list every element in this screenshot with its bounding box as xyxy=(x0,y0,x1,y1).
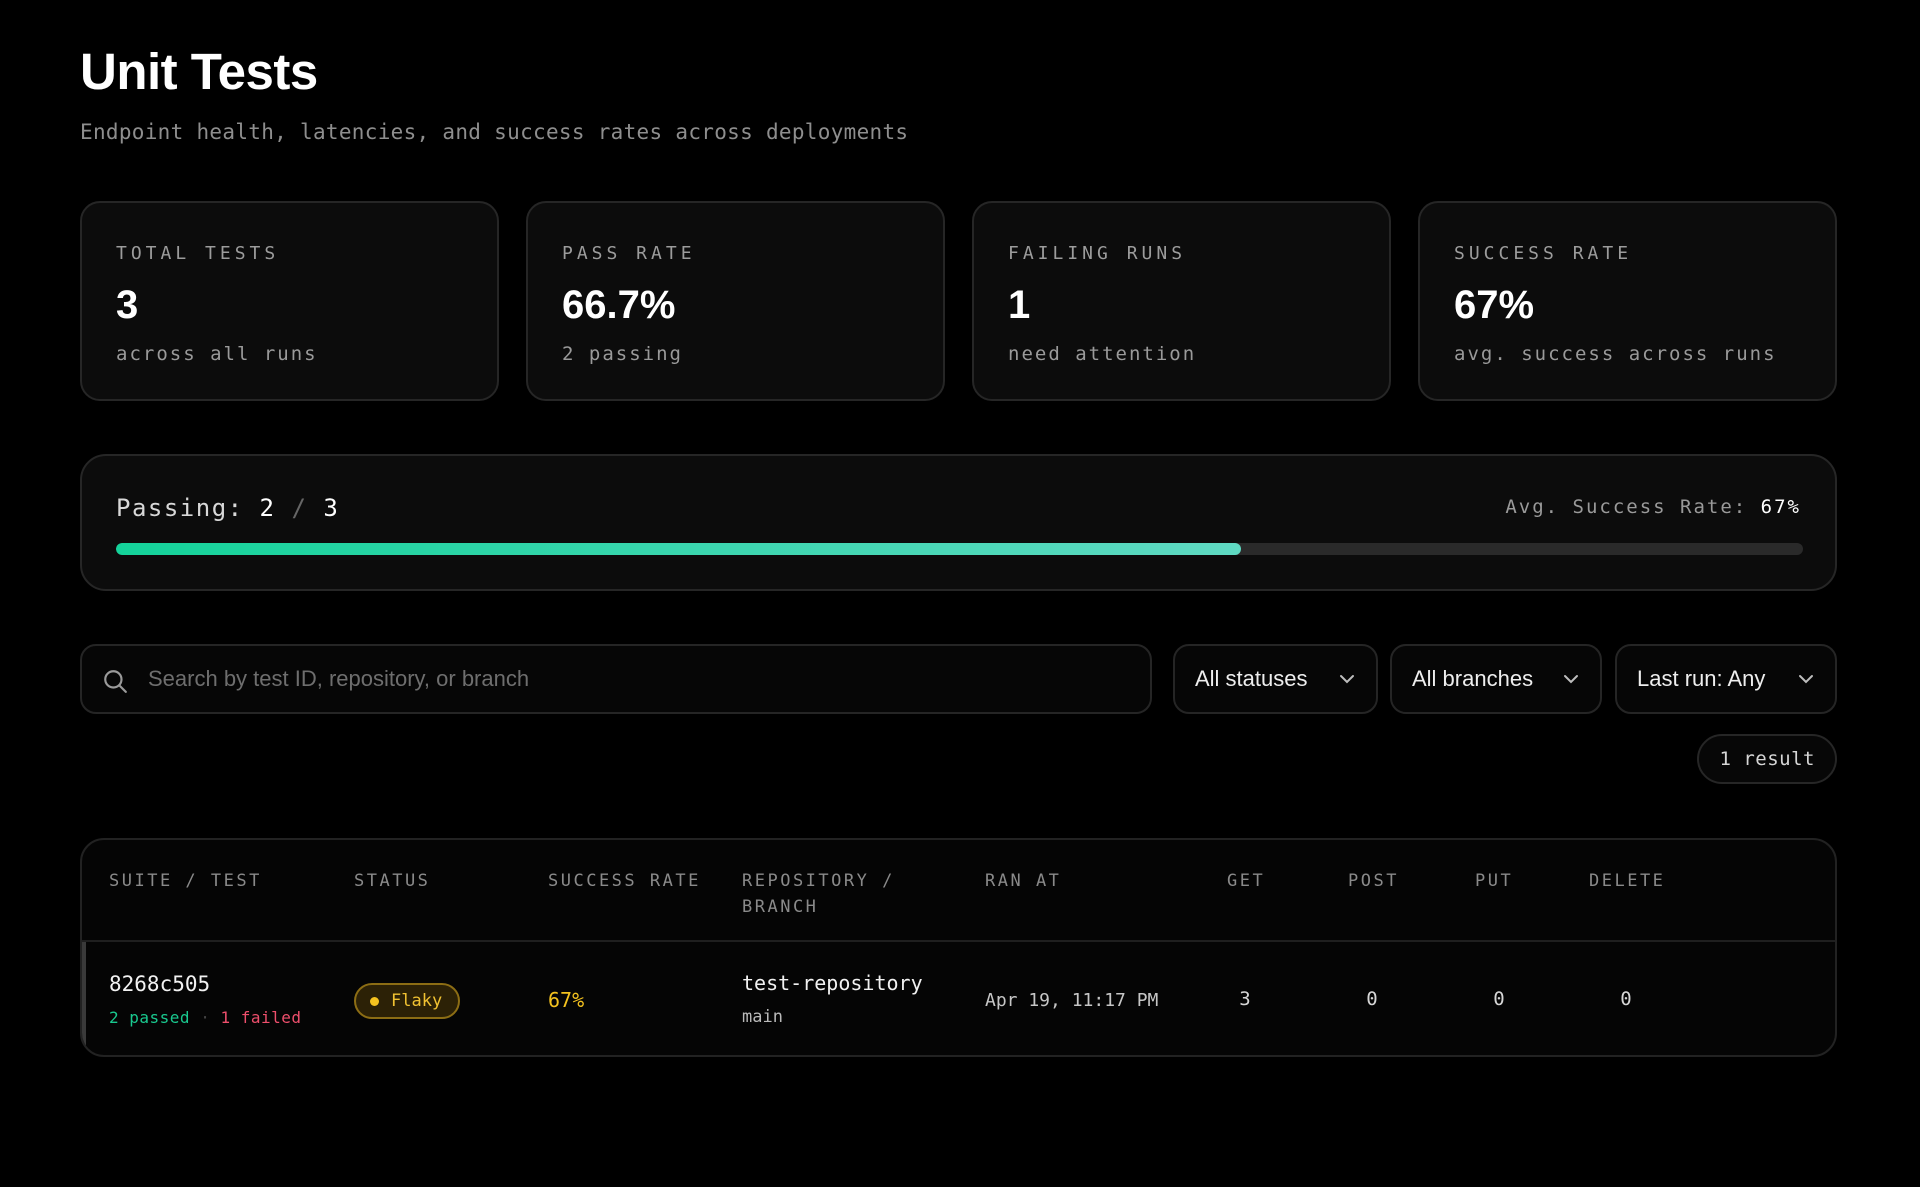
progress-bar-fill xyxy=(116,543,1242,555)
avg-success-rate: Avg. Success Rate: 67% xyxy=(1505,496,1801,518)
stat-card-pass-rate: PASS RATE 66.7% 2 passing xyxy=(526,201,945,401)
status-badge: Flaky xyxy=(354,983,461,1019)
status-filter-value: All statuses xyxy=(1195,666,1308,691)
total-count: 3 xyxy=(323,494,340,522)
column-header-post[interactable]: POST xyxy=(1348,868,1399,894)
stat-sub: across all runs xyxy=(116,343,318,365)
stat-label: SUCCESS RATE xyxy=(1454,243,1633,264)
column-header-success-rate[interactable]: SUCCESS RATE xyxy=(548,868,701,894)
status-label: Flaky xyxy=(391,991,443,1011)
passing-separator: / xyxy=(291,494,308,522)
column-header-delete[interactable]: DELETE xyxy=(1589,868,1665,894)
test-counts: 2 passed · 1 failed xyxy=(109,1008,302,1027)
table-divider xyxy=(82,940,1835,942)
test-id: 8268c505 xyxy=(109,972,211,996)
status-dot-icon xyxy=(370,996,379,1006)
chevron-down-icon xyxy=(1799,675,1813,684)
result-count-badge: 1 result xyxy=(1697,734,1837,784)
branch-filter-dropdown[interactable]: All branches xyxy=(1390,644,1602,714)
stat-value: 1 xyxy=(1008,283,1031,327)
tests-table: SUITE / TEST STATUS SUCCESS RATE REPOSIT… xyxy=(80,838,1837,1057)
page-title: Unit Tests xyxy=(80,43,318,100)
stat-value: 66.7% xyxy=(562,283,676,327)
column-header-repository-line1: REPOSITORY / xyxy=(742,871,895,891)
search-input[interactable] xyxy=(148,646,1128,712)
passing-label: Passing: xyxy=(116,494,244,522)
avg-label: Avg. Success Rate: xyxy=(1505,496,1748,518)
chevron-down-icon xyxy=(1564,675,1578,684)
stats-row: TOTAL TESTS 3 across all runs PASS RATE … xyxy=(80,201,1837,401)
stat-value: 67% xyxy=(1454,283,1535,327)
progress-bar-track xyxy=(116,543,1803,555)
column-header-suite[interactable]: SUITE / TEST xyxy=(109,868,262,894)
stat-label: FAILING RUNS xyxy=(1008,243,1187,264)
stat-value: 3 xyxy=(116,283,139,327)
ran-at-value: Apr 19, 11:17 PM xyxy=(985,990,1159,1011)
stat-label: PASS RATE xyxy=(562,243,696,264)
chevron-down-icon xyxy=(1340,675,1354,684)
column-header-repository[interactable]: REPOSITORY / BRANCH xyxy=(742,868,895,920)
branch-name: main xyxy=(742,1007,783,1027)
stat-sub: avg. success across runs xyxy=(1454,343,1777,365)
page-subtitle: Endpoint health, latencies, and success … xyxy=(80,120,909,144)
stat-sub: 2 passing xyxy=(562,343,683,365)
stat-card-total-tests: TOTAL TESTS 3 across all runs xyxy=(80,201,499,401)
row-accent-bar xyxy=(82,942,86,1055)
passed-count: 2 passed xyxy=(109,1008,191,1027)
column-header-put[interactable]: PUT xyxy=(1475,868,1513,894)
put-count: 0 xyxy=(1493,988,1505,1010)
stat-sub: need attention xyxy=(1008,343,1197,365)
branch-filter-value: All branches xyxy=(1412,666,1534,691)
get-count: 3 xyxy=(1239,988,1251,1010)
column-header-status[interactable]: STATUS xyxy=(354,868,430,894)
column-header-get[interactable]: GET xyxy=(1227,868,1265,894)
status-filter-dropdown[interactable]: All statuses xyxy=(1173,644,1378,714)
last-run-filter-value: Last run: Any xyxy=(1637,666,1766,691)
search-box[interactable] xyxy=(80,644,1152,714)
stat-label: TOTAL TESTS xyxy=(116,243,280,264)
stat-card-success-rate: SUCCESS RATE 67% avg. success across run… xyxy=(1418,201,1837,401)
search-icon xyxy=(104,670,127,693)
last-run-filter-dropdown[interactable]: Last run: Any xyxy=(1615,644,1837,714)
passing-summary: Passing: 2 / 3 xyxy=(116,494,339,522)
passing-count: 2 xyxy=(259,494,276,522)
stat-card-failing-runs: FAILING RUNS 1 need attention xyxy=(972,201,1391,401)
repository-name: test-repository xyxy=(742,971,923,995)
column-header-ran-at[interactable]: RAN AT xyxy=(985,868,1061,894)
progress-card: Passing: 2 / 3 Avg. Success Rate: 67% xyxy=(80,454,1837,591)
count-separator: · xyxy=(200,1008,211,1027)
failed-count: 1 failed xyxy=(220,1008,302,1027)
success-rate-value: 67% xyxy=(548,988,585,1012)
avg-value: 67% xyxy=(1760,496,1801,518)
column-header-repository-line2: BRANCH xyxy=(742,897,819,917)
post-count: 0 xyxy=(1366,988,1378,1010)
delete-count: 0 xyxy=(1620,988,1632,1010)
